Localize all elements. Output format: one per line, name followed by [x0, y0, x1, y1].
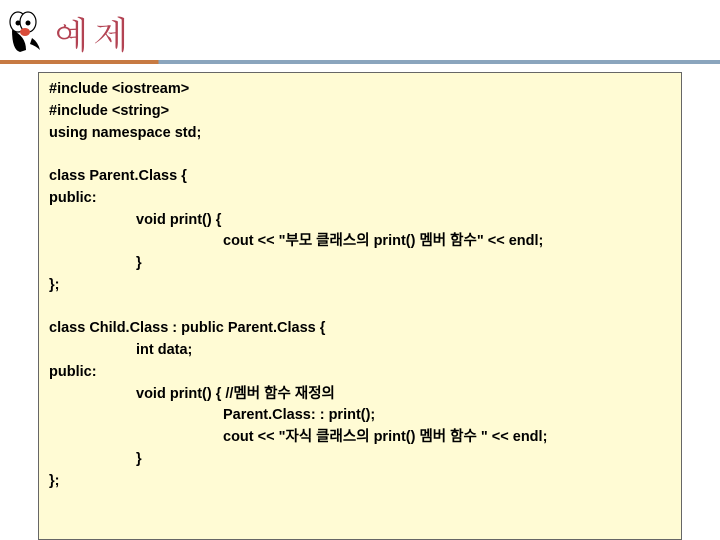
code-line: }; — [49, 275, 671, 297]
slide-header: 예제 — [0, 0, 720, 60]
code-line: public: — [49, 362, 671, 384]
title-divider — [0, 60, 720, 64]
code-line: cout << "부모 클래스의 print() 멤버 함수" << endl; — [49, 231, 671, 253]
code-line: Parent.Class: : print(); — [49, 405, 671, 427]
duke-icon — [8, 10, 44, 54]
page-title: 예제 — [52, 5, 132, 59]
code-line: class Parent.Class { — [49, 166, 671, 188]
code-line: cout << "자식 클래스의 print() 멤버 함수 " << endl… — [49, 427, 671, 449]
code-line: #include <iostream> — [49, 79, 671, 101]
code-line: } — [49, 253, 671, 275]
code-line: } — [49, 449, 671, 471]
code-line: public: — [49, 188, 671, 210]
code-line: void print() { — [49, 210, 671, 232]
code-line: int data; — [49, 340, 671, 362]
code-line: #include <string> — [49, 101, 671, 123]
code-line: using namespace std; — [49, 123, 671, 145]
code-line: }; — [49, 471, 671, 493]
code-line: class Child.Class : public Parent.Class … — [49, 318, 671, 340]
code-block: #include <iostream> #include <string> us… — [38, 72, 682, 540]
code-line: void print() { //멤버 함수 재정의 — [49, 384, 671, 406]
